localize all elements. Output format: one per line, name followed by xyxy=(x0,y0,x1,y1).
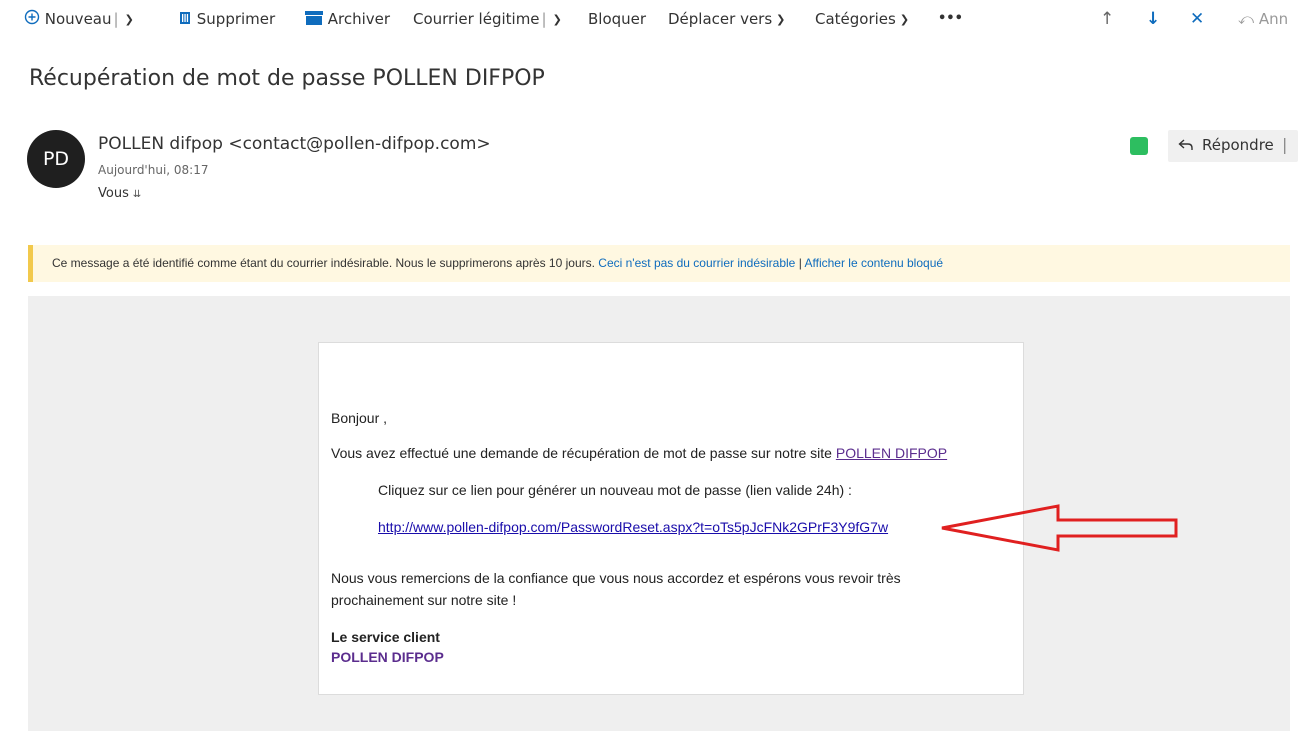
close-icon: ✕ xyxy=(1190,9,1205,29)
red-annotation-arrow-icon xyxy=(936,504,1181,556)
message-card: Bonjour , Vous avez effectué une demande… xyxy=(318,342,1024,695)
chevron-down-icon: ❯ xyxy=(899,12,910,26)
arrow-up-icon: ↑ xyxy=(1100,9,1115,29)
recipient-label: Vous xyxy=(98,186,129,201)
banner-separator: | xyxy=(798,256,802,270)
arrow-down-icon: ↓ xyxy=(1146,9,1161,29)
intro-sentence: Vous avez effectué une demande de récupé… xyxy=(331,445,832,461)
not-junk-button[interactable]: Courrier légitime | ❯ xyxy=(413,8,562,30)
plus-circle-icon xyxy=(24,9,40,31)
sender-avatar[interactable]: PD xyxy=(27,130,85,188)
archive-label: Archiver xyxy=(327,10,391,28)
junk-warning-text: Ce message a été identifié comme étant d… xyxy=(52,256,595,270)
expand-recipients-icon[interactable]: ⇊ xyxy=(133,189,141,200)
delete-button[interactable]: Supprimer xyxy=(178,8,275,30)
reply-button[interactable]: Répondre | xyxy=(1168,130,1298,162)
undo-label: Ann xyxy=(1258,10,1289,28)
block-label: Bloquer xyxy=(588,10,647,28)
thanks-line-1: Nous vous remercions de la confiance que… xyxy=(331,570,901,586)
move-to-label: Déplacer vers xyxy=(668,10,773,28)
recipients[interactable]: Vous ⇊ xyxy=(98,186,141,201)
more-options-button[interactable]: ••• xyxy=(938,8,963,30)
reply-icon xyxy=(1178,137,1194,156)
categories-button[interactable]: Catégories ❯ xyxy=(815,8,909,30)
email-subject: Récupération de mot de passe POLLEN DIFP… xyxy=(29,66,545,91)
new-label: Nouveau xyxy=(44,10,112,28)
email-date: Aujourd'hui, 08:17 xyxy=(98,163,209,177)
reply-label: Répondre xyxy=(1202,136,1274,154)
sender-name[interactable]: POLLEN difpop <contact@pollen-difpop.com… xyxy=(98,134,491,154)
reset-link-container: http://www.pollen-difpop.com/PasswordRes… xyxy=(378,519,888,535)
close-button[interactable]: ✕ xyxy=(1190,8,1204,30)
chevron-down-icon: ❯ xyxy=(776,12,786,26)
archive-icon xyxy=(305,9,323,31)
new-button[interactable]: Nouveau | ❯ xyxy=(24,8,134,30)
command-toolbar: Nouveau | ❯ Supprimer Archiver Courrier lé… xyxy=(0,0,1300,38)
archive-button[interactable]: Archiver xyxy=(305,8,390,30)
chevron-down-icon[interactable]: ❯ xyxy=(125,13,134,26)
not-junk-link[interactable]: Ceci n'est pas du courrier indésirable xyxy=(598,256,795,270)
trash-icon xyxy=(178,9,192,31)
signature-brand: POLLEN DIFPOP xyxy=(331,649,444,665)
signature-team: Le service client xyxy=(331,629,440,645)
not-junk-label: Courrier légitime xyxy=(413,10,540,28)
intro-text: Vous avez effectué une demande de récupé… xyxy=(331,445,947,461)
categories-label: Catégories xyxy=(815,10,896,28)
reply-split-divider: | xyxy=(1282,135,1288,154)
more-icon: ••• xyxy=(938,11,963,26)
password-reset-link[interactable]: http://www.pollen-difpop.com/PasswordRes… xyxy=(378,519,888,535)
site-link[interactable]: POLLEN DIFPOP xyxy=(836,445,947,461)
chevron-down-icon[interactable]: ❯ xyxy=(553,13,562,26)
thanks-line-2: prochainement sur notre site ! xyxy=(331,592,517,608)
junk-warning-banner: Ce message a été identifié comme étant d… xyxy=(28,245,1290,282)
show-blocked-content-link[interactable]: Afficher le contenu bloqué xyxy=(805,256,944,270)
delete-label: Supprimer xyxy=(196,10,276,28)
next-message-button[interactable]: ↓ xyxy=(1146,8,1160,30)
instruction-text: Cliquez sur ce lien pour générer un nouv… xyxy=(378,482,852,498)
evernote-icon[interactable] xyxy=(1130,137,1148,155)
undo-button[interactable]: ⤺ Ann xyxy=(1238,8,1288,30)
block-button[interactable]: Bloquer xyxy=(588,8,646,30)
move-to-button[interactable]: Déplacer vers ❯ xyxy=(668,8,785,30)
undo-icon: ⤺ xyxy=(1238,10,1255,28)
greeting: Bonjour , xyxy=(331,410,388,426)
previous-message-button[interactable]: ↑ xyxy=(1100,8,1114,30)
